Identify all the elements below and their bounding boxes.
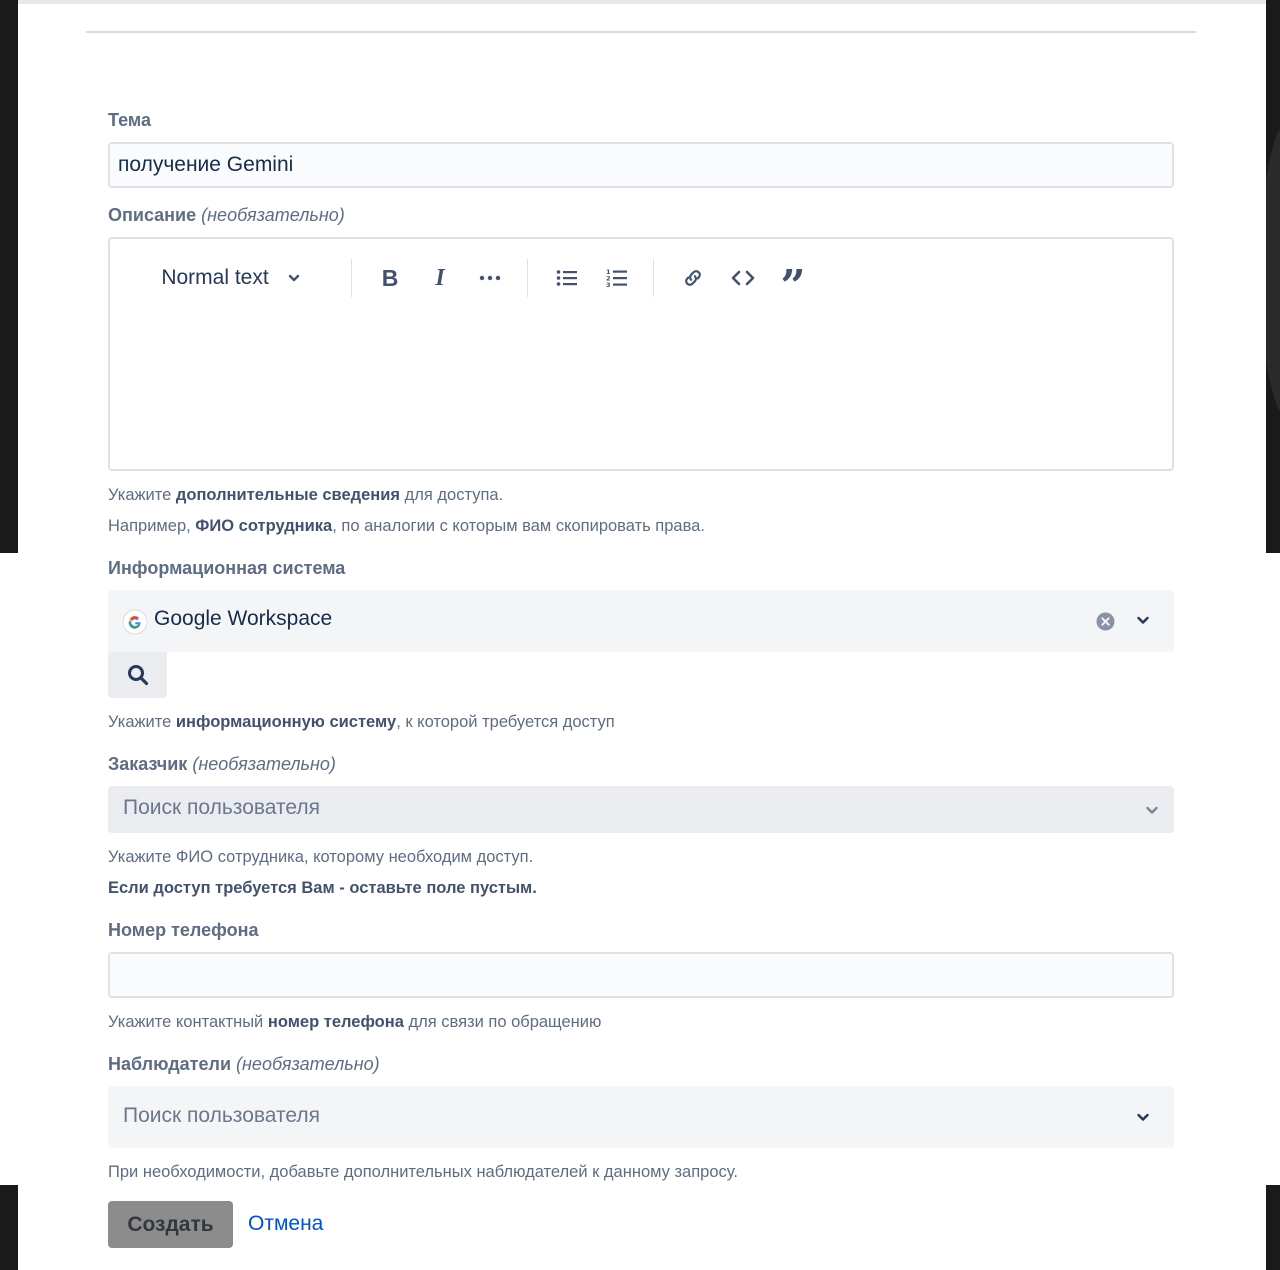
- chevron-down-icon[interactable]: [1135, 612, 1151, 628]
- italic-button[interactable]: I: [423, 259, 457, 297]
- help-text: , к которой требуется доступ: [396, 713, 615, 731]
- help-bold: Если доступ требуется Вам - оставьте пол…: [108, 879, 537, 897]
- more-icon: [479, 275, 501, 281]
- bullet-list-button[interactable]: [550, 259, 584, 297]
- help-text: , по аналогии с которым вам скопировать …: [332, 517, 705, 535]
- phone-label-text: Номер телефона: [108, 920, 259, 940]
- system-value: Google Workspace: [154, 607, 333, 630]
- toolbar-separator: [527, 259, 528, 297]
- cancel-link[interactable]: Отмена: [248, 1212, 323, 1236]
- clear-icon[interactable]: [1096, 612, 1115, 631]
- help-text: При необходимости, добавьте дополнительн…: [108, 1163, 738, 1181]
- italic-icon: I: [435, 264, 445, 291]
- description-editor[interactable]: Normal text B I 1 2 3 ”: [108, 237, 1174, 471]
- bold-button[interactable]: B: [373, 259, 407, 297]
- help-bold: информационную систему: [175, 713, 397, 731]
- system-select[interactable]: Google Workspace: [108, 590, 1174, 652]
- text-style-label: Normal text: [161, 266, 269, 289]
- subject-input[interactable]: получение Gemini: [108, 142, 1174, 188]
- phone-help: Укажите контактный номер телефона для св…: [108, 1013, 601, 1032]
- help-text: для доступа.: [400, 486, 504, 504]
- customer-help-2: Если доступ требуется Вам - оставьте пол…: [108, 879, 537, 898]
- help-text: Укажите ФИО сотрудника, которому необход…: [108, 848, 534, 866]
- phone-label: Номер телефона: [108, 920, 259, 941]
- help-bold: дополнительные сведения: [175, 486, 401, 504]
- panel-top-edge: [18, 0, 1266, 4]
- code-button[interactable]: [726, 259, 760, 297]
- svg-text:3: 3: [606, 281, 611, 288]
- customer-help-1: Укажите ФИО сотрудника, которому необход…: [108, 848, 533, 867]
- customer-select[interactable]: Поиск пользователя: [108, 786, 1174, 833]
- system-help: Укажите информационную систему, к которо…: [108, 713, 615, 732]
- chevron-down-icon: [288, 274, 299, 282]
- code-icon: [731, 270, 755, 286]
- quote-button[interactable]: ”: [776, 259, 810, 309]
- phone-input[interactable]: [108, 952, 1174, 998]
- numbered-list-icon: 1 2 3: [606, 268, 627, 288]
- quote-icon: ”: [780, 261, 806, 312]
- description-label: Описание (необязательно): [108, 205, 345, 226]
- divider: [86, 31, 1196, 33]
- customer-label-text: Заказчик: [108, 754, 188, 774]
- system-label: Информационная система: [108, 558, 345, 579]
- system-label-text: Информационная система: [108, 558, 346, 578]
- help-text: Укажите: [108, 486, 176, 504]
- watchers-placeholder: Поиск пользователя: [123, 1104, 321, 1127]
- chevron-down-icon: [1146, 806, 1158, 814]
- subject-label: Тема: [108, 110, 151, 131]
- create-button[interactable]: Создать: [108, 1201, 233, 1248]
- link-icon: [685, 270, 701, 286]
- watchers-label-text: Наблюдатели: [108, 1054, 232, 1074]
- watchers-select[interactable]: Поиск пользователя: [108, 1086, 1174, 1148]
- customer-label: Заказчик (необязательно): [108, 754, 336, 775]
- bold-icon: B: [381, 264, 399, 291]
- description-help-2: Например, ФИО сотрудника, по аналогии с …: [108, 517, 705, 536]
- description-optional: (необязательно): [201, 205, 345, 225]
- watchers-label: Наблюдатели (необязательно): [108, 1054, 380, 1075]
- help-bold: ФИО сотрудника: [195, 517, 333, 535]
- editor-toolbar: Normal text B I 1 2 3 ”: [110, 239, 1172, 317]
- text-style-dropdown[interactable]: Normal text: [146, 259, 316, 297]
- help-text: Укажите: [108, 713, 176, 731]
- help-text: для связи по обращению: [403, 1013, 602, 1031]
- cancel-link-label: Отмена: [248, 1212, 324, 1235]
- help-text: Например,: [108, 517, 196, 535]
- description-help-1: Укажите дополнительные сведения для дост…: [108, 486, 503, 505]
- description-label-text: Описание: [108, 205, 197, 225]
- link-button[interactable]: [676, 259, 710, 297]
- chevron-down-icon: [1137, 1113, 1149, 1121]
- toolbar-separator: [653, 259, 654, 297]
- system-search-button[interactable]: [108, 652, 167, 698]
- google-icon: [122, 609, 148, 635]
- customer-placeholder: Поиск пользователя: [123, 796, 321, 819]
- watchers-help: При необходимости, добавьте дополнительн…: [108, 1163, 738, 1182]
- watchers-optional: (необязательно): [236, 1054, 380, 1074]
- subject-label-text: Тема: [108, 110, 151, 130]
- request-form-panel: Тема получение Gemini Описание (необязат…: [18, 0, 1266, 1270]
- more-formatting-button[interactable]: [473, 259, 507, 297]
- bullet-list-icon: [556, 270, 577, 286]
- help-bold: номер телефона: [267, 1013, 404, 1031]
- help-text: Укажите контактный: [108, 1013, 268, 1031]
- customer-optional: (необязательно): [192, 754, 336, 774]
- create-button-label: Создать: [127, 1212, 214, 1236]
- search-icon: [127, 665, 148, 686]
- numbered-list-button[interactable]: 1 2 3: [600, 259, 634, 297]
- toolbar-separator: [351, 259, 352, 297]
- subject-value: получение Gemini: [118, 153, 294, 176]
